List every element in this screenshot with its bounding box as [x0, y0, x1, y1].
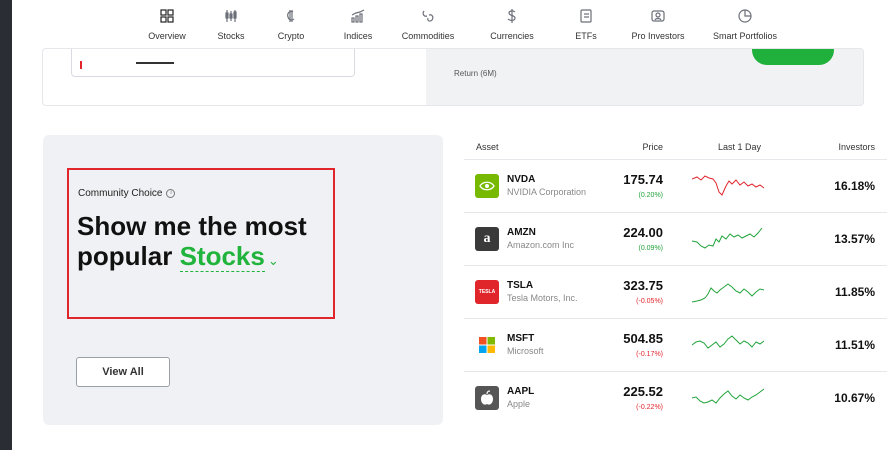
- page: Overview Stocks Crypto Indices Commoditi…: [12, 0, 887, 450]
- chevron-down-icon[interactable]: ⌄: [268, 253, 279, 268]
- header-price: Price: [642, 142, 663, 152]
- amazon-logo: a: [475, 227, 499, 251]
- table-row[interactable]: AAPL Apple 225.52 (-0.22%) 10.67%: [464, 372, 887, 425]
- amazon-logo-text: a: [483, 231, 491, 246]
- nav-label: Commodities: [401, 31, 455, 41]
- ticker: TSLA: [507, 280, 534, 291]
- nvidia-eye-icon: [479, 181, 495, 191]
- green-action-button[interactable]: [752, 49, 834, 65]
- investors-percent: 10.67%: [834, 391, 875, 405]
- company-name: Microsoft: [507, 346, 544, 356]
- table-row[interactable]: NVDA NVIDIA Corporation 175.74 (0.20%) 1…: [464, 160, 887, 213]
- nav-currencies[interactable]: Currencies: [472, 8, 552, 41]
- nav-smart-portfolios[interactable]: Smart Portfolios: [705, 8, 785, 41]
- price: 224.00: [623, 225, 663, 240]
- header-asset: Asset: [476, 142, 499, 152]
- microsoft-logo: [475, 333, 499, 357]
- table-row[interactable]: a AMZN Amazon.com Inc 224.00 (0.09%) 13.…: [464, 213, 887, 266]
- sparkline: [692, 335, 764, 349]
- info-icon[interactable]: i: [166, 189, 176, 198]
- company-name: Apple: [507, 399, 531, 409]
- investors-percent: 11.51%: [834, 338, 875, 352]
- table-header: Asset Price Last 1 Day Investors: [464, 134, 887, 160]
- ticker: AAPL: [507, 386, 535, 397]
- nav-label: ETFs: [575, 31, 597, 41]
- tesla-logo-text: TESLA: [478, 289, 496, 295]
- investors-percent: 13.57%: [834, 232, 875, 246]
- price-change: (-0.22%): [636, 404, 663, 411]
- investors-percent: 16.18%: [834, 179, 875, 193]
- sparkline: [692, 227, 763, 249]
- investors-percent: 11.85%: [834, 285, 875, 299]
- indices-icon: [351, 9, 365, 23]
- price: 323.75: [623, 278, 663, 293]
- candles-icon: [225, 10, 237, 22]
- apple-icon: [481, 390, 493, 405]
- nav-label: Indices: [343, 31, 373, 41]
- nvidia-logo: [475, 174, 499, 198]
- return-label: Return (6M): [454, 69, 497, 78]
- community-headline: Show me the most popular Stocks ⌄: [77, 211, 337, 276]
- top-input-field[interactable]: [71, 49, 355, 77]
- header-investors: Investors: [838, 142, 875, 152]
- nav-label: Pro Investors: [631, 31, 685, 41]
- top-card: Return (6M): [42, 48, 864, 106]
- community-choice-text: Community Choice: [78, 188, 163, 199]
- price-change: (0.09%): [638, 245, 663, 252]
- company-name: Amazon.com Inc: [507, 240, 575, 250]
- table-row[interactable]: MSFT Microsoft 504.85 (-0.17%) 11.51%: [464, 319, 887, 372]
- company-name: Tesla Motors, Inc.: [507, 293, 578, 303]
- price: 175.74: [623, 172, 663, 187]
- dollar-icon: [507, 9, 516, 23]
- price-change: (0.20%): [638, 192, 663, 199]
- ticker: MSFT: [507, 333, 535, 344]
- ticker: NVDA: [507, 174, 536, 185]
- nav-pro-investors[interactable]: Pro Investors: [618, 8, 698, 41]
- price-change: (-0.17%): [636, 351, 663, 358]
- document-icon: [580, 9, 592, 23]
- company-name: NVIDIA Corporation: [507, 187, 587, 197]
- price: 504.85: [623, 331, 663, 346]
- pie-icon: [738, 9, 752, 23]
- ticker: AMZN: [507, 227, 536, 238]
- nav-label: Smart Portfolios: [712, 31, 778, 41]
- crypto-icon: [287, 10, 295, 22]
- nav-indices[interactable]: Indices: [318, 8, 398, 41]
- nav-label: Currencies: [490, 31, 534, 41]
- sparkline: [692, 175, 764, 196]
- nav-label: Overview: [148, 31, 186, 41]
- sparkline: [692, 388, 764, 404]
- nav-etfs[interactable]: ETFs: [546, 8, 626, 41]
- return-panel: Return (6M): [426, 49, 863, 105]
- nav-label: Crypto: [277, 31, 305, 41]
- pro-icon: [651, 10, 665, 22]
- view-all-button[interactable]: View All: [76, 357, 170, 387]
- microsoft-windows-icon: [479, 337, 495, 353]
- popular-stocks-table: Asset Price Last 1 Day Investors NVDA NV…: [464, 134, 887, 425]
- community-choice-label: Community Choice i: [78, 188, 176, 199]
- nav-commodities[interactable]: Commodities: [388, 8, 468, 41]
- community-choice-card: Community Choice i Show me the most popu…: [43, 135, 443, 425]
- tesla-logo: TESLA: [475, 280, 499, 304]
- grid-icon: [160, 9, 174, 23]
- price-change: (-0.05%): [636, 298, 663, 305]
- apple-logo: [475, 386, 499, 410]
- commodities-icon: [422, 10, 434, 22]
- nav-label: Stocks: [217, 31, 245, 41]
- input-marker: [80, 61, 82, 69]
- table-row[interactable]: TESLA TSLA Tesla Motors, Inc. 323.75 (-0…: [464, 266, 887, 319]
- price: 225.52: [623, 384, 663, 399]
- sparkline: [692, 283, 764, 303]
- asset-type-selector[interactable]: Stocks: [179, 241, 265, 272]
- header-last-day: Last 1 Day: [718, 142, 762, 152]
